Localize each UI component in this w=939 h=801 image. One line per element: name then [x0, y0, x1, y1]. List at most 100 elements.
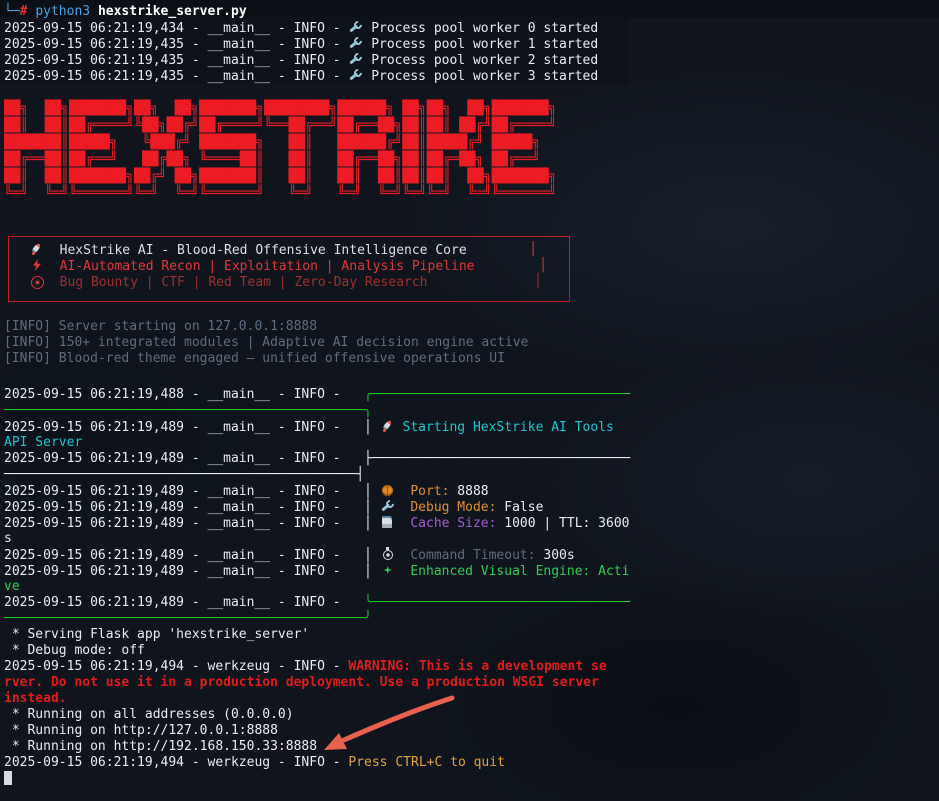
terminal-row: [4, 771, 630, 787]
text-segment: Process pool worker 1 started: [363, 37, 598, 52]
text-segment: ────────────────────────────────────────…: [4, 403, 372, 418]
terminal-row: 2025-09-15 06:21:19,489 - __main__ - INF…: [4, 499, 630, 515]
terminal-row: ────────────────────────────────────────…: [4, 467, 630, 483]
terminal-row: 2025-09-15 06:21:19,489 - __main__ - INF…: [4, 483, 630, 499]
text-segment: * Running on http://127.0.0.1:8888: [4, 723, 278, 738]
terminal-row: 2025-09-15 06:21:19,489 - __main__ - INF…: [4, 515, 630, 531]
banner-row: Bug Bounty | CTF | Red Team | Zero-Day R…: [9, 274, 569, 290]
terminal-row: ────────────────────────────────────────…: [4, 403, 630, 419]
banner-divider-bar: │: [534, 274, 542, 290]
rocket-icon: [29, 242, 44, 256]
text-segment: ├─────────────────────────────────: [348, 451, 630, 466]
banner-divider-bar: │: [539, 258, 547, 274]
terminal-output-top: └─# python3 hexstrike_server.py2025-09-1…: [4, 4, 598, 84]
text-segment: 300s: [536, 548, 575, 563]
rocket-icon: [380, 419, 395, 433]
text-segment: ╭─────────────────────────────────: [348, 387, 630, 402]
banner-divider-bar: │: [529, 242, 537, 258]
text-segment: s: [4, 531, 12, 546]
text-segment: └─: [4, 4, 20, 19]
terminal-row: rver. Do not use it in a production depl…: [4, 675, 630, 691]
terminal-row: └─# python3 hexstrike_server.py: [4, 4, 598, 20]
terminal-row: 2025-09-15 06:21:19,489 - __main__ - INF…: [4, 547, 630, 563]
text-segment: WARNING: This is a development se: [348, 659, 606, 674]
text-segment: Enhanced Visual Engine: Acti: [410, 564, 629, 579]
terminal-row: 2025-09-15 06:21:19,489 - __main__ - INF…: [4, 563, 630, 579]
text-segment: 2025-09-15 06:21:19,489 - __main__ - INF…: [4, 595, 348, 610]
text-segment: │: [348, 564, 379, 579]
text-segment: * Running on all addresses (0.0.0.0): [4, 707, 294, 722]
text-segment: Debug Mode:: [410, 500, 496, 515]
text-segment: Process pool worker 3 started: [363, 69, 598, 84]
text-segment: 2025-09-15 06:21:19,489 - __main__ - INF…: [4, 564, 348, 579]
text-segment: 2025-09-15 06:21:19,494 - werkzeug - INF…: [4, 755, 348, 770]
text-segment: 2025-09-15 06:21:19,489 - __main__ - INF…: [4, 420, 348, 435]
banner-text: HexStrike AI - Blood-Red Offensive Intel…: [44, 243, 467, 258]
text-segment: Command Timeout:: [410, 548, 535, 563]
banner-text: Bug Bounty | CTF | Red Team | Zero-Day R…: [44, 275, 428, 290]
text-segment: Press CTRL+C to quit: [348, 755, 505, 770]
spark-icon: [380, 563, 395, 577]
terminal-row: 2025-09-15 06:21:19,489 - __main__ - INF…: [4, 595, 630, 611]
banner-row: HexStrike AI - Blood-Red Offensive Intel…: [9, 242, 569, 258]
text-segment: [395, 548, 411, 563]
terminal-row: [INFO] 150+ integrated modules | Adaptiv…: [4, 335, 528, 351]
terminal-row: API Server: [4, 435, 630, 451]
text-segment: │: [348, 484, 379, 499]
text-segment: [395, 564, 411, 579]
text-segment: [INFO] Blood-red theme engaged — unified…: [4, 351, 505, 366]
text-segment: rver. Do not use it in a production depl…: [4, 675, 599, 690]
annotation-arrow: [318, 692, 463, 754]
text-segment: 2025-09-15 06:21:19,435 - __main__ - INF…: [4, 37, 348, 52]
text-segment: │: [348, 516, 379, 531]
info-lines: [INFO] Server starting on 127.0.0.1:8888…: [4, 319, 528, 367]
text-segment: Process pool worker 0 started: [363, 21, 598, 36]
text-segment: 2025-09-15 06:21:19,488 - __main__ - INF…: [4, 387, 348, 402]
text-segment: ────────────────────────────────────────…: [4, 467, 364, 482]
floppy-icon: [380, 515, 395, 529]
text-segment: * Serving Flask app 'hexstrike_server': [4, 627, 309, 642]
terminal-row: * Debug mode: off: [4, 643, 630, 659]
wrench-icon: [380, 499, 395, 513]
text-segment: ve: [4, 579, 20, 594]
banner-box: HexStrike AI - Blood-Red Offensive Intel…: [8, 236, 570, 302]
hexstrike-ascii-logo: ██╗ ██╗███████╗██╗ ██╗███████╗████████╗█…: [4, 100, 557, 202]
text-segment: Process pool worker 2 started: [363, 53, 598, 68]
text-segment: * Running on http://192.168.150.33:8888: [4, 739, 317, 754]
text-segment: instead.: [4, 691, 67, 706]
terminal-row: 2025-09-15 06:21:19,435 - __main__ - INF…: [4, 68, 598, 84]
terminal-row: 2025-09-15 06:21:19,494 - werkzeug - INF…: [4, 659, 630, 675]
target-icon: [29, 274, 44, 288]
terminal-screen[interactable]: └─# python3 hexstrike_server.py2025-09-1…: [0, 0, 939, 801]
wrench-icon: [348, 20, 363, 34]
text-segment: 2025-09-15 06:21:19,489 - __main__ - INF…: [4, 484, 348, 499]
text-segment: 8888: [449, 484, 488, 499]
text-segment: 2025-09-15 06:21:19,489 - __main__ - INF…: [4, 451, 348, 466]
text-segment: Port:: [410, 484, 449, 499]
text-segment: hexstrike_server.py: [98, 4, 247, 19]
text-segment: False: [496, 500, 543, 515]
text-segment: 2025-09-15 06:21:19,494 - werkzeug - INF…: [4, 659, 348, 674]
wrench-icon: [348, 52, 363, 66]
text-segment: * Debug mode: off: [4, 643, 145, 658]
terminal-row: 2025-09-15 06:21:19,494 - werkzeug - INF…: [4, 755, 630, 771]
terminal-row: 2025-09-15 06:21:19,489 - __main__ - INF…: [4, 451, 630, 467]
terminal-row: ve: [4, 579, 630, 595]
text-segment: [INFO] 150+ integrated modules | Adaptiv…: [4, 335, 528, 350]
text-segment: Cache Size:: [410, 516, 496, 531]
text-segment: [395, 420, 403, 435]
terminal-row: [INFO] Blood-red theme engaged — unified…: [4, 351, 528, 367]
stopwatch-icon: [380, 547, 395, 561]
wrench-icon: [348, 68, 363, 82]
text-segment: ╰─────────────────────────────────: [348, 595, 630, 610]
text-segment: 2025-09-15 06:21:19,435 - __main__ - INF…: [4, 53, 348, 68]
text-segment: [395, 500, 411, 515]
text-segment: │: [348, 420, 379, 435]
terminal-row: 2025-09-15 06:21:19,434 - __main__ - INF…: [4, 20, 598, 36]
text-segment: 1000 | TTL: 3600: [496, 516, 629, 531]
text-segment: 2025-09-15 06:21:19,434 - __main__ - INF…: [4, 21, 348, 36]
terminal-row: ────────────────────────────────────────…: [4, 611, 630, 627]
terminal-row: 2025-09-15 06:21:19,488 - __main__ - INF…: [4, 387, 630, 403]
text-segment: │: [348, 500, 379, 515]
text-segment: 2025-09-15 06:21:19,435 - __main__ - INF…: [4, 69, 348, 84]
